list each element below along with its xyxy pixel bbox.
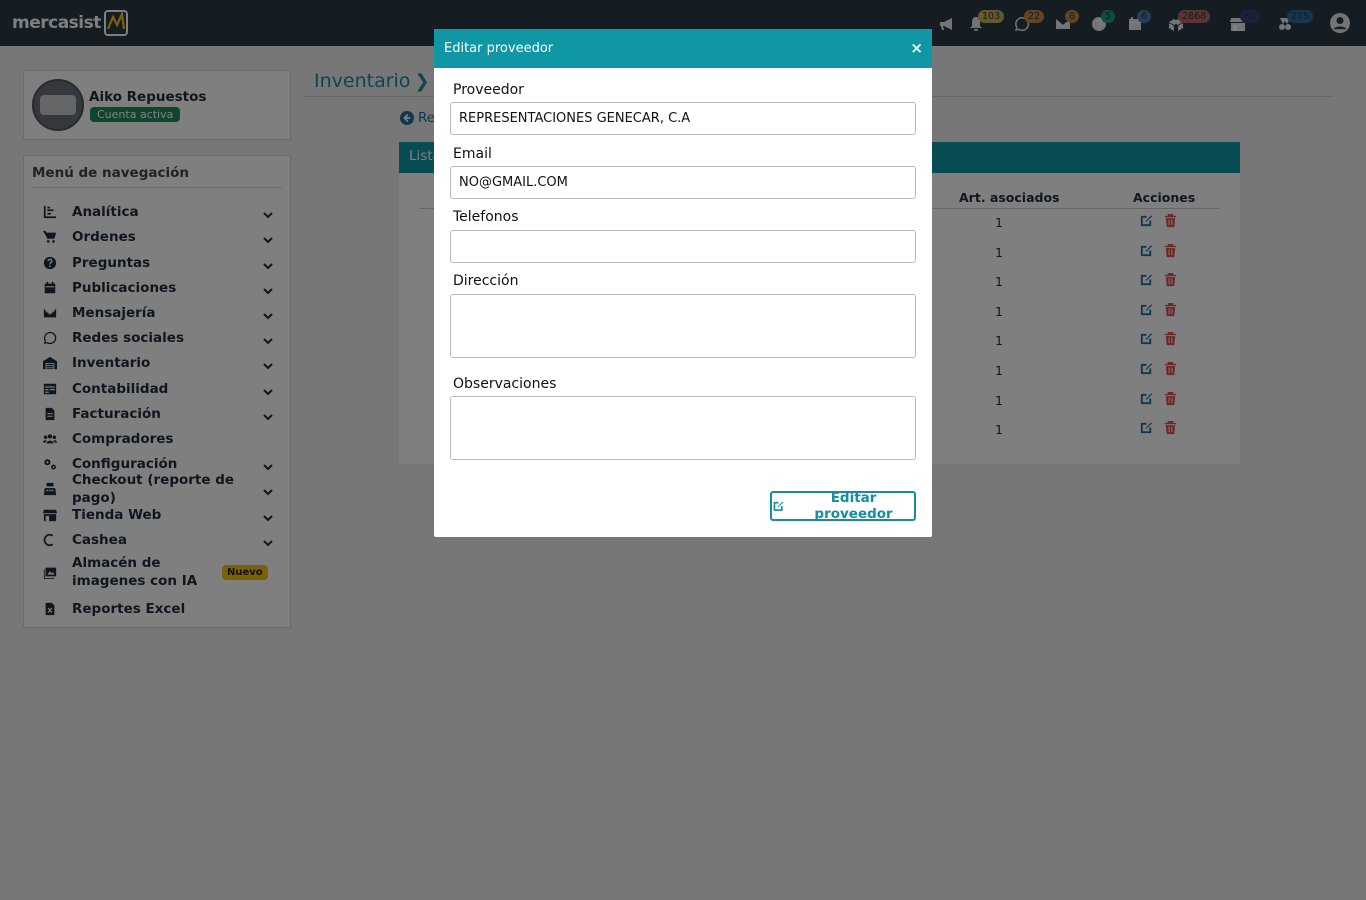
telefonos-label: Telefonos (453, 209, 519, 225)
close-icon[interactable]: × (910, 39, 923, 57)
email-input[interactable] (450, 166, 916, 199)
observaciones-label: Observaciones (453, 376, 557, 392)
email-label: Email (453, 146, 492, 162)
observaciones-textarea[interactable] (450, 396, 916, 460)
direccion-label: Dirección (453, 273, 519, 289)
edit-supplier-label: Editar proveedor (814, 490, 893, 522)
proveedor-label: Proveedor (453, 82, 524, 98)
direccion-textarea[interactable] (450, 294, 916, 358)
telefonos-input[interactable] (450, 230, 916, 263)
edit-supplier-button[interactable]: Editar proveedor (770, 490, 916, 522)
modal-title: Editar proveedor (444, 41, 554, 56)
edit-supplier-modal: Editar proveedor × Proveedor Email Telef… (434, 29, 932, 537)
modal-header: Editar proveedor × (434, 29, 932, 68)
edit-icon (773, 501, 784, 511)
proveedor-input[interactable] (450, 102, 916, 135)
